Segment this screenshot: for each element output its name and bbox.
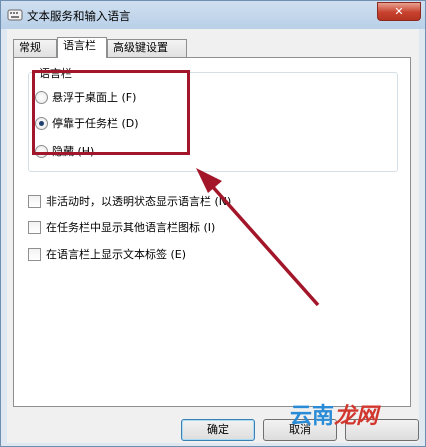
checkbox-transparent-inactive[interactable]: 非活动时，以透明状态显示语言栏 (N) xyxy=(28,193,231,209)
watermark-text-b: 龙网 xyxy=(334,404,379,429)
checkbox[interactable] xyxy=(28,247,41,261)
tab-general[interactable]: 常规 xyxy=(13,39,57,57)
checkbox-label: 非活动时，以透明状态显示语言栏 (N) xyxy=(46,195,232,208)
window-title: 文本服务和输入语言 xyxy=(27,9,131,23)
tab-advanced-key-settings[interactable]: 高级键设置 xyxy=(107,39,187,57)
checkbox[interactable] xyxy=(28,220,41,234)
checkbox-label: 在语言栏上显示文本标签 (E) xyxy=(46,248,187,261)
watermark-logo: 云南 龙网 xyxy=(290,398,378,430)
checkbox-label: 在任务栏中显示其他语言栏图标 (I) xyxy=(46,221,216,234)
watermark-text-a: 云南 xyxy=(290,404,335,429)
annotation-highlight-box xyxy=(32,70,190,155)
close-button[interactable]: ✕ xyxy=(377,2,421,21)
close-icon: ✕ xyxy=(394,5,404,18)
checkbox-show-text-labels[interactable]: 在语言栏上显示文本标签 (E) xyxy=(28,246,186,262)
dialog-window: 文本服务和输入语言 ✕ 常规 语言栏 高级键设置 语言栏 悬浮于桌面上 (F) … xyxy=(0,0,426,447)
keyboard-app-icon xyxy=(7,9,23,21)
checkbox-show-extra-icons[interactable]: 在任务栏中显示其他语言栏图标 (I) xyxy=(28,219,215,235)
title-bar[interactable]: 文本服务和输入语言 ✕ xyxy=(1,1,425,29)
checkbox[interactable] xyxy=(28,194,41,208)
tab-language-bar[interactable]: 语言栏 xyxy=(57,37,107,58)
ok-button[interactable]: 确定 xyxy=(181,419,255,441)
